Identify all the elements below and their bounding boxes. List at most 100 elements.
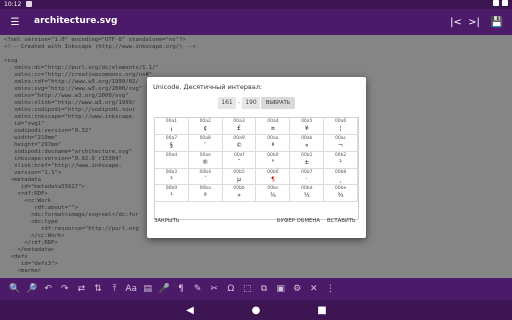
- settings-icon[interactable]: ⚙: [290, 282, 304, 296]
- font-size-icon[interactable]: Aa: [124, 282, 138, 296]
- unicode-cell[interactable]: 00a7 §: [155, 134, 189, 152]
- unicode-glyph: ´: [203, 175, 207, 183]
- app-bar: ☰ architecture.svg |< >| 💾: [0, 9, 512, 35]
- unicode-glyph: ¸: [339, 175, 343, 183]
- jump-icon[interactable]: ⤒: [108, 282, 122, 296]
- unicode-glyph: ©: [236, 141, 243, 149]
- range-from-field[interactable]: 161: [218, 97, 236, 109]
- unicode-cell[interactable]: 00a3 £: [222, 118, 257, 135]
- swap-icon[interactable]: ⇄: [74, 282, 88, 296]
- battery-icon: [502, 0, 508, 6]
- keyboard-icon[interactable]: ▤: [141, 282, 155, 296]
- format-icon[interactable]: ¶: [174, 282, 188, 296]
- unicode-cell[interactable]: 00ba º: [188, 185, 223, 203]
- navigation-bar: ◀ ● ■: [0, 300, 512, 320]
- unicode-cell[interactable]: 00a1 ¡: [155, 118, 189, 135]
- range-to-field[interactable]: 190: [242, 97, 260, 109]
- menu-icon[interactable]: ☰: [8, 15, 22, 29]
- back-icon[interactable]: ◀: [183, 303, 197, 317]
- home-icon[interactable]: ●: [249, 303, 263, 317]
- clipboard-button[interactable]: БУФЕР ОБМЕНА: [277, 216, 320, 226]
- unicode-glyph: ¹: [170, 192, 173, 200]
- unicode-glyph: ¬: [338, 141, 344, 149]
- unicode-glyph: ¢: [203, 125, 208, 132]
- bottom-toolbar: 🔍 🔎 ↶ ↷ ⇄ ⇅ ⤒ Aa ▤ 🎤 ¶ ✎ ✂ Ω ⬚ ⧉ ▣ ⚙ ✕ ⋮: [0, 278, 512, 300]
- unicode-glyph: °: [271, 158, 275, 166]
- redo-icon[interactable]: ↷: [58, 282, 72, 296]
- unicode-glyph: ³: [170, 175, 173, 183]
- unicode-cell[interactable]: 00bb»: [222, 185, 257, 203]
- unicode-cell[interactable]: 00b5 µ: [222, 168, 257, 186]
- unicode-glyph: §: [169, 141, 173, 149]
- copy-icon[interactable]: ⧉: [257, 282, 271, 296]
- unicode-glyph: £: [237, 125, 241, 132]
- unicode-glyph: »: [237, 192, 241, 200]
- unicode-cell[interactable]: 00b9 ¹: [155, 185, 189, 203]
- next-icon[interactable]: >|: [467, 15, 481, 29]
- insert-icon[interactable]: ⇅: [91, 282, 105, 296]
- unicode-glyph: ½: [303, 192, 310, 200]
- unicode-cell[interactable]: 00ab «: [290, 134, 325, 152]
- unicode-cell[interactable]: 00a6 ¦: [324, 118, 358, 135]
- unicode-glyph: ¶: [270, 175, 275, 183]
- unicode-glyph: ®: [202, 158, 209, 166]
- close-button[interactable]: ЗАКРЫТЬ: [154, 216, 180, 226]
- wifi-icon: [493, 0, 499, 6]
- unicode-cell[interactable]: 00ae ®: [188, 151, 223, 169]
- unicode-cell[interactable]: 00af ¯: [222, 151, 257, 169]
- microphone-icon[interactable]: 🎤: [157, 282, 171, 296]
- unicode-cell[interactable]: 00a5 ¥: [290, 118, 325, 135]
- screen: 10:12 ☰ architecture.svg |< >| 💾 <?xml v…: [0, 0, 512, 320]
- unicode-glyph: ¤: [270, 125, 275, 132]
- unicode-cell[interactable]: 00b6 ¶: [256, 168, 291, 186]
- status-bar: 10:12: [0, 0, 512, 9]
- tools-icon[interactable]: ✂: [207, 282, 221, 296]
- edit-icon[interactable]: ✎: [191, 282, 205, 296]
- unicode-glyph: ª: [271, 141, 275, 149]
- unicode-cell[interactable]: 00be ¾: [324, 185, 358, 203]
- unicode-glyph: ¡: [170, 125, 173, 132]
- system-icons: [493, 0, 508, 6]
- unicode-cell[interactable]: 00bc ¼: [256, 185, 291, 203]
- unicode-cell[interactable]: 00b8 ¸: [324, 168, 358, 186]
- unicode-cell[interactable]: 00b7 ·: [290, 168, 325, 186]
- unicode-cell[interactable]: 00b3 ³: [155, 168, 189, 186]
- close-icon[interactable]: ✕: [307, 282, 321, 296]
- file-title: architecture.svg: [34, 16, 118, 26]
- unicode-cell[interactable]: 00b4 ´: [188, 168, 223, 186]
- unicode-cell[interactable]: 00ad: [155, 151, 189, 169]
- unicode-cell[interactable]: 00a9 ©: [222, 134, 257, 152]
- unicode-grid: 00a1 ¡ 00a2 ¢ 00a3 £00a4 ¤ 00a5 ¥00a6 ¦ 00a7 § 00a8 ¨…: [154, 117, 359, 220]
- paste-button[interactable]: ВСТАВИТЬ: [327, 216, 356, 226]
- recents-icon[interactable]: ■: [315, 303, 329, 317]
- unicode-cell[interactable]: 00aa ª: [256, 134, 291, 152]
- unicode-glyph: ²: [339, 158, 342, 166]
- unicode-cell[interactable]: 00a8 ¨: [188, 134, 223, 152]
- unicode-code: 00ad: [165, 152, 178, 158]
- unicode-glyph: º: [203, 192, 207, 200]
- unicode-icon[interactable]: Ω: [224, 282, 238, 296]
- unicode-cell[interactable]: 00b0 °: [256, 151, 291, 169]
- undo-icon[interactable]: ↶: [41, 282, 55, 296]
- unicode-cell[interactable]: 00ac ¬: [324, 134, 358, 152]
- unicode-glyph: ¯: [237, 158, 241, 166]
- more-icon[interactable]: ⋮: [323, 282, 337, 296]
- search-replace-icon[interactable]: 🔎: [25, 282, 39, 296]
- unicode-dialog: Unicode. Десятичный интервал: 161 - 190 …: [147, 77, 366, 238]
- paste-icon[interactable]: ▣: [274, 282, 288, 296]
- prev-icon[interactable]: |<: [449, 15, 463, 29]
- unicode-glyph: ±: [304, 158, 310, 166]
- save-icon[interactable]: 💾: [490, 15, 504, 29]
- status-time: 10:12: [4, 1, 22, 8]
- select-icon[interactable]: ⬚: [240, 282, 254, 296]
- search-icon[interactable]: 🔍: [8, 282, 22, 296]
- unicode-glyph: µ: [237, 175, 241, 183]
- unicode-cell[interactable]: 00b2 ²: [324, 151, 358, 169]
- unicode-glyph: ¾: [337, 192, 344, 200]
- unicode-cell[interactable]: 00bd ½: [290, 185, 325, 203]
- unicode-cell[interactable]: 00a2 ¢: [188, 118, 223, 135]
- unicode-cell[interactable]: 00a4 ¤: [256, 118, 291, 135]
- unicode-cell[interactable]: 00b1 ±: [290, 151, 325, 169]
- choose-button[interactable]: ВЫБРАТЬ: [261, 97, 295, 109]
- unicode-glyph: ¥: [304, 125, 309, 132]
